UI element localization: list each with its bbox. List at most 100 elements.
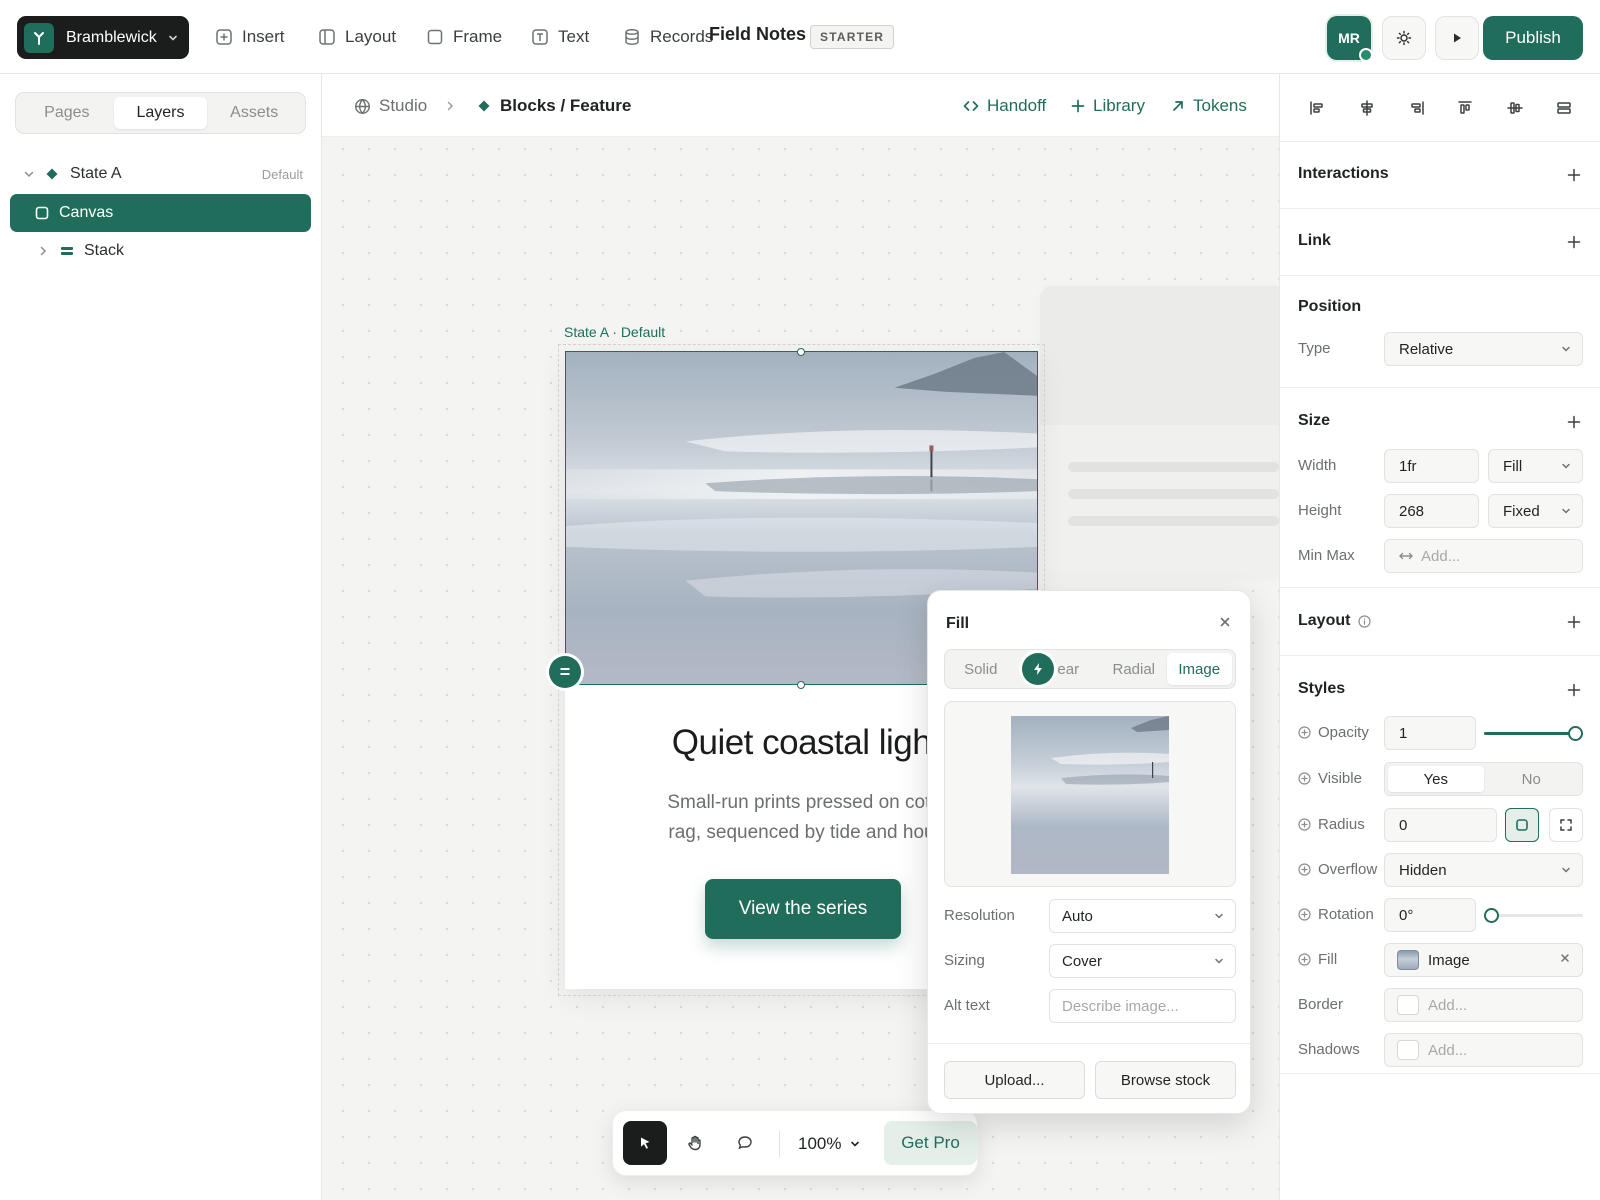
zoom-dropdown[interactable]: 100% bbox=[798, 1131, 861, 1157]
radius-individual-button[interactable] bbox=[1549, 808, 1583, 842]
align-center-horizontal-icon[interactable] bbox=[1355, 96, 1379, 120]
opacity-input[interactable]: 1 bbox=[1384, 716, 1476, 750]
visible-no-option[interactable]: No bbox=[1484, 766, 1580, 792]
alt-text-input[interactable] bbox=[1049, 989, 1236, 1023]
chevron-down-icon bbox=[1560, 505, 1572, 517]
resolution-row: Resolution Auto bbox=[944, 899, 1236, 933]
fill-image-preview[interactable] bbox=[944, 701, 1236, 887]
align-left-icon[interactable] bbox=[1305, 96, 1329, 120]
add-circle-icon[interactable] bbox=[1298, 726, 1311, 739]
remove-fill-icon[interactable] bbox=[1560, 953, 1570, 963]
frame-tool[interactable]: Frame bbox=[425, 24, 502, 50]
fill-tab-solid[interactable]: Solid bbox=[948, 653, 1014, 685]
add-circle-icon[interactable] bbox=[1298, 953, 1311, 966]
layer-canvas[interactable]: Canvas bbox=[10, 194, 311, 232]
rotation-slider-knob[interactable] bbox=[1484, 908, 1499, 923]
project-name[interactable]: Field Notes bbox=[709, 24, 806, 45]
height-mode-select[interactable]: Fixed bbox=[1488, 494, 1583, 528]
position-type-select[interactable]: Relative bbox=[1384, 332, 1583, 366]
view-series-button[interactable]: View the series bbox=[705, 879, 901, 939]
visible-row: Visible Yes No bbox=[1298, 762, 1583, 796]
add-circle-icon[interactable] bbox=[1298, 863, 1311, 876]
comment-tool-button[interactable] bbox=[723, 1121, 767, 1165]
tab-pages[interactable]: Pages bbox=[20, 97, 114, 129]
chevron-right-icon[interactable] bbox=[36, 244, 50, 258]
align-top-icon[interactable] bbox=[1453, 96, 1477, 120]
theme-toggle-button[interactable] bbox=[1382, 16, 1426, 60]
component-diamond-icon bbox=[46, 168, 58, 180]
plan-badge: STARTER bbox=[810, 25, 895, 49]
radius-uniform-button[interactable] bbox=[1505, 808, 1539, 842]
tab-assets[interactable]: Assets bbox=[207, 97, 301, 129]
chevron-down-icon[interactable] bbox=[22, 167, 36, 181]
resolution-select[interactable]: Auto bbox=[1049, 899, 1236, 933]
position-section: Position Type Relative bbox=[1280, 276, 1600, 388]
align-center-vertical-icon[interactable] bbox=[1503, 96, 1527, 120]
resolution-value: Auto bbox=[1062, 907, 1093, 925]
opacity-slider[interactable] bbox=[1484, 726, 1583, 741]
breadcrumb-current[interactable]: Blocks / Feature bbox=[478, 94, 631, 118]
resize-handle-top[interactable] bbox=[797, 348, 805, 356]
breadcrumb-root[interactable]: Studio bbox=[354, 94, 427, 118]
lightning-icon[interactable] bbox=[1022, 653, 1054, 685]
overflow-row: Overflow Hidden bbox=[1298, 853, 1583, 887]
height-input[interactable]: 268 bbox=[1384, 494, 1479, 528]
styles-title: Styles bbox=[1298, 680, 1346, 697]
rotation-slider[interactable] bbox=[1484, 908, 1583, 923]
add-circle-icon[interactable] bbox=[1298, 908, 1311, 921]
sizing-select[interactable]: Cover bbox=[1049, 944, 1236, 978]
border-field[interactable]: Add... bbox=[1384, 988, 1583, 1022]
frame-icon bbox=[35, 206, 49, 220]
position-type-label: Type bbox=[1298, 340, 1331, 357]
add-link-icon[interactable] bbox=[1565, 233, 1583, 251]
get-pro-button[interactable]: Get Pro bbox=[884, 1121, 977, 1165]
layout-tool[interactable]: Layout bbox=[317, 24, 396, 50]
add-style-icon[interactable] bbox=[1565, 681, 1583, 699]
min-max-input[interactable]: Add... bbox=[1384, 539, 1583, 573]
layer-stack[interactable]: Stack bbox=[10, 232, 311, 270]
preview-button[interactable] bbox=[1435, 16, 1479, 60]
upload-button[interactable]: Upload... bbox=[944, 1061, 1085, 1099]
tokens-link[interactable]: Tokens bbox=[1171, 94, 1247, 118]
stack-gap-handle[interactable]: = bbox=[549, 656, 581, 688]
add-circle-icon[interactable] bbox=[1298, 818, 1311, 831]
hand-tool-button[interactable] bbox=[673, 1121, 717, 1165]
close-icon[interactable] bbox=[1214, 611, 1236, 633]
fill-tab-image[interactable]: Image bbox=[1166, 653, 1232, 685]
frame-label[interactable]: State A · Default bbox=[564, 324, 665, 340]
add-interaction-icon[interactable] bbox=[1565, 166, 1583, 184]
fill-tab-radial[interactable]: Radial bbox=[1101, 653, 1167, 685]
chevron-right-icon bbox=[444, 94, 456, 118]
width-input[interactable]: 1fr bbox=[1384, 449, 1479, 483]
insert-label: Insert bbox=[242, 27, 285, 46]
publish-button[interactable]: Publish bbox=[1483, 16, 1583, 60]
add-size-constraint-icon[interactable] bbox=[1565, 413, 1583, 431]
resize-handle-bottom[interactable] bbox=[797, 681, 805, 689]
distribute-icon[interactable] bbox=[1552, 96, 1576, 120]
width-mode-select[interactable]: Fill bbox=[1488, 449, 1583, 483]
browse-stock-button[interactable]: Browse stock bbox=[1095, 1061, 1236, 1099]
insert-tool[interactable]: Insert bbox=[214, 24, 285, 50]
width-label: Width bbox=[1298, 457, 1337, 474]
user-avatar[interactable]: MR bbox=[1327, 16, 1373, 62]
records-tool[interactable]: Records bbox=[622, 24, 713, 50]
visible-yes-option[interactable]: Yes bbox=[1388, 766, 1484, 792]
opacity-slider-knob[interactable] bbox=[1568, 726, 1583, 741]
fill-field[interactable]: Image bbox=[1384, 943, 1583, 977]
add-circle-icon[interactable] bbox=[1298, 772, 1311, 785]
rotation-input[interactable]: 0° bbox=[1384, 898, 1476, 932]
fill-label-wrap: Fill bbox=[1298, 951, 1337, 968]
library-link[interactable]: Library bbox=[1071, 94, 1145, 118]
layer-state-a[interactable]: State A Default bbox=[10, 155, 311, 193]
shadows-field[interactable]: Add... bbox=[1384, 1033, 1583, 1067]
text-tool[interactable]: Text bbox=[530, 24, 589, 50]
info-icon[interactable] bbox=[1358, 614, 1372, 628]
workspace-switcher[interactable]: Bramblewick bbox=[17, 16, 189, 59]
handoff-link[interactable]: Handoff bbox=[963, 94, 1046, 118]
radius-input[interactable]: 0 bbox=[1384, 808, 1497, 842]
select-tool-button[interactable] bbox=[623, 1121, 667, 1165]
tab-layers[interactable]: Layers bbox=[113, 97, 208, 129]
align-right-icon[interactable] bbox=[1405, 96, 1429, 120]
add-layout-icon[interactable] bbox=[1565, 613, 1583, 631]
overflow-select[interactable]: Hidden bbox=[1384, 853, 1583, 887]
